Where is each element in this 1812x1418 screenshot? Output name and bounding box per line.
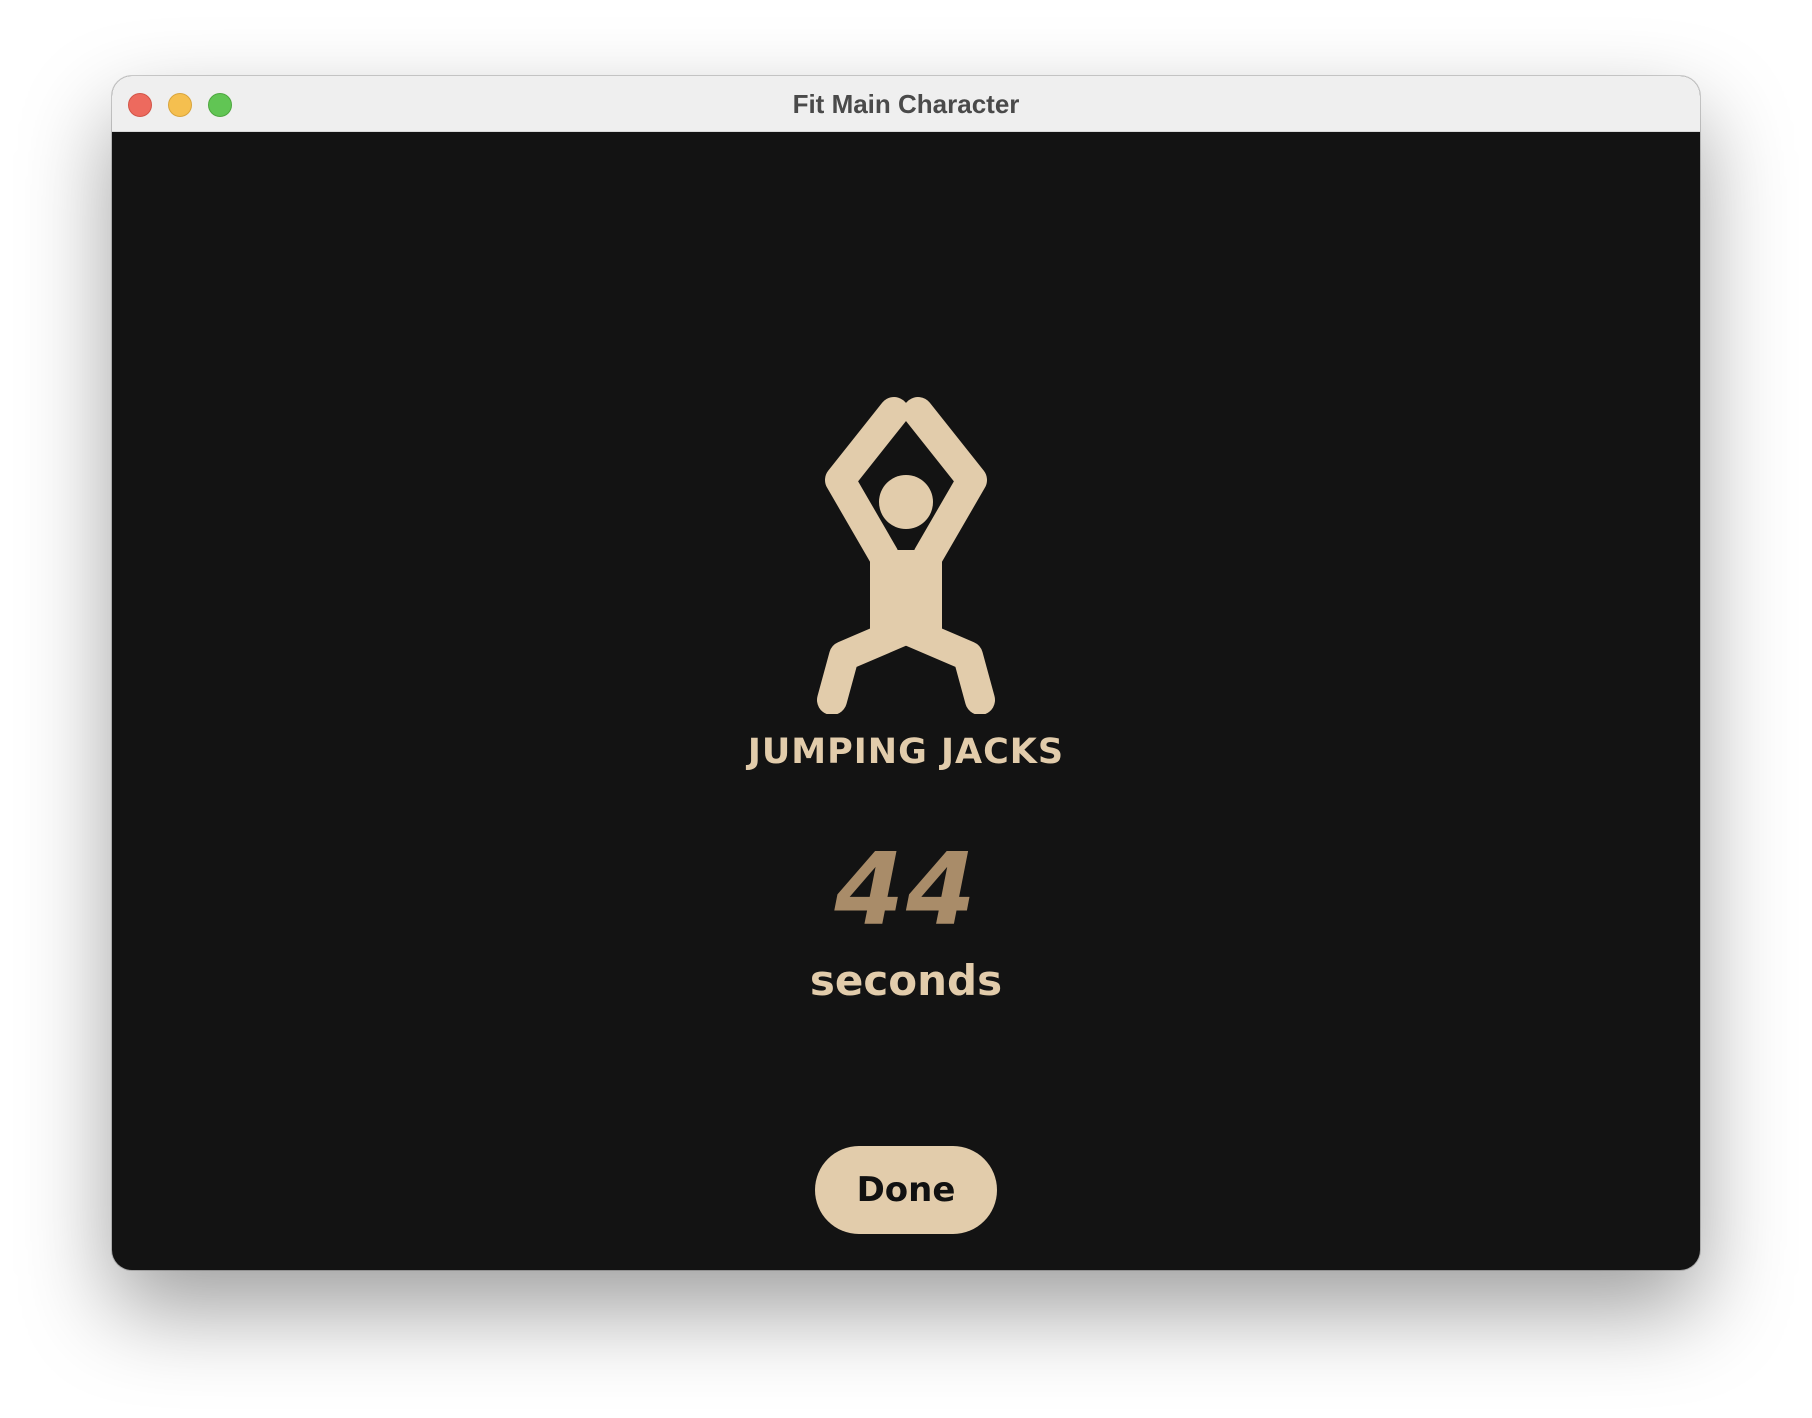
done-button[interactable]: Done	[815, 1146, 997, 1234]
app-window: Fit Main Character JUMPING JACKS 44 seco…	[112, 76, 1700, 1270]
timer-unit-label: seconds	[809, 956, 1003, 1005]
jumping-jacks-figure-icon	[817, 397, 995, 714]
window-title: Fit Main Character	[792, 89, 1020, 119]
figure-torso	[870, 550, 942, 642]
workout-screen: JUMPING JACKS 44 seconds Done	[112, 132, 1700, 1270]
figure-left-leg	[817, 617, 915, 714]
timer-countdown: 44	[834, 831, 978, 948]
exercise-name: JUMPING JACKS	[747, 732, 1065, 772]
title-bar[interactable]: Fit Main Character	[112, 76, 1700, 132]
figure-right-leg	[897, 617, 995, 714]
figure-head	[879, 475, 933, 529]
